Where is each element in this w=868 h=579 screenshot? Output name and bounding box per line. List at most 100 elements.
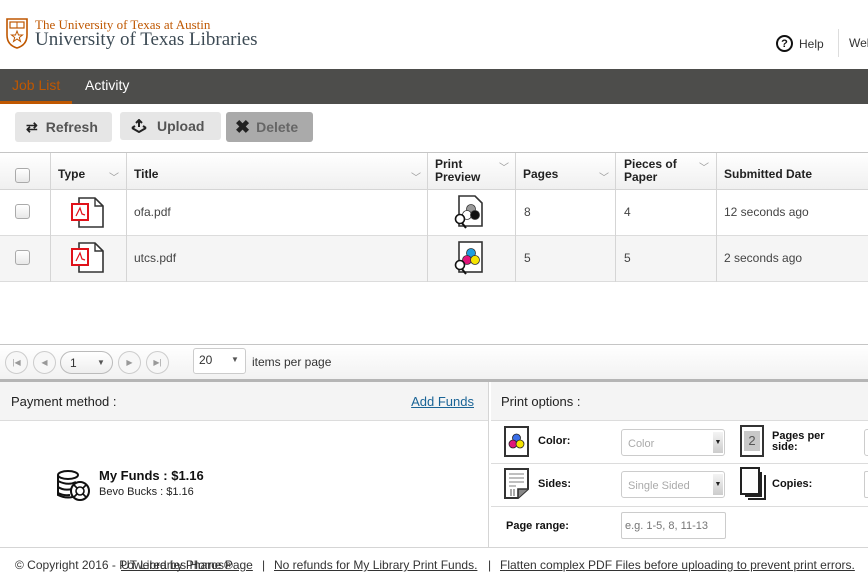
job-pages: 5 (524, 251, 531, 265)
refresh-icon: ⇄ (26, 118, 38, 135)
sort-chevron-icon[interactable]: ﹀ (699, 159, 709, 174)
pdf-file-icon (71, 242, 104, 273)
header-divider (838, 29, 839, 57)
col-header-pages[interactable]: Pages (523, 168, 558, 181)
col-header-title[interactable]: Title (134, 168, 158, 181)
job-pieces: 4 (624, 205, 631, 219)
col-header-type[interactable]: Type (58, 168, 85, 181)
per-page-value: 20 (199, 353, 213, 367)
page-range-label: Page range: (506, 520, 569, 532)
chevron-down-icon: ▼ (713, 432, 723, 453)
help-link[interactable]: ? Help (776, 35, 824, 52)
sort-chevron-icon[interactable]: ﹀ (599, 169, 609, 184)
refresh-button[interactable]: ⇄ Refresh (15, 112, 112, 142)
pages-per-side-select[interactable] (864, 429, 868, 456)
ut-shield-logo-icon (6, 18, 28, 49)
col-header-print-preview[interactable]: Print Preview (435, 158, 480, 184)
footer-separator: | (488, 558, 492, 572)
add-funds-link[interactable]: Add Funds (411, 394, 474, 409)
refresh-label: Refresh (45, 119, 98, 135)
my-funds-total: My Funds : $1.16 (99, 468, 204, 483)
coins-icon (57, 470, 90, 501)
chevron-down-icon: ▼ (97, 358, 105, 367)
payment-panel: Payment method : Add Funds My Funds : $1… (0, 382, 489, 548)
select-all-checkbox[interactable] (15, 168, 30, 183)
page-select[interactable]: 1 ▼ (60, 351, 113, 374)
pages-per-side-line2: side: (772, 441, 798, 453)
column-divider (615, 153, 616, 282)
job-pages: 8 (524, 205, 531, 219)
col-header-preview-line: Preview (435, 170, 481, 184)
toolbar: ⇄ Refresh Upload ✖ Delete (0, 112, 868, 142)
print-options-header: Print options : (491, 382, 868, 421)
help-label: Help (799, 36, 824, 51)
footer: © Copyright 2016 - Powered by Pharos® UT… (0, 549, 868, 579)
footer-separator: | (262, 558, 266, 572)
bevo-bucks-balance: Bevo Bucks : $1.16 (99, 486, 194, 498)
pages-per-side-label: Pages per side: (772, 431, 825, 453)
option-row-sides: Sides: Single Sided ▼ Copies: (491, 464, 868, 507)
sides-select[interactable]: Single Sided ▼ (621, 471, 725, 498)
page-range-input[interactable] (621, 512, 726, 539)
table-row[interactable]: ofa.pdf 8 4 12 seconds ago (0, 190, 868, 236)
delete-button[interactable]: ✖ Delete (226, 112, 313, 142)
print-preview-grayscale-icon[interactable] (453, 195, 485, 229)
column-divider (515, 153, 516, 282)
last-page-button[interactable]: ▶| (146, 351, 169, 374)
copies-input[interactable] (864, 471, 868, 498)
color-select[interactable]: Color ▼ (621, 429, 725, 456)
chevron-down-icon: ▼ (231, 355, 239, 364)
help-icon: ? (776, 35, 793, 52)
items-per-page-select[interactable]: 20 ▼ (193, 348, 246, 374)
sort-chevron-icon[interactable]: ﹀ (499, 159, 509, 174)
job-title[interactable]: ofa.pdf (134, 205, 171, 219)
row-checkbox[interactable] (15, 250, 30, 265)
sort-chevron-icon[interactable]: ﹀ (411, 169, 421, 184)
welcome-menu[interactable]: Wel (849, 36, 868, 50)
print-options-title: Print options : (501, 394, 581, 409)
column-divider (126, 153, 127, 282)
color-icon (504, 426, 529, 457)
sides-icon (504, 468, 529, 499)
site-header: The University of Texas at Austin Univer… (0, 0, 868, 69)
delete-x-icon: ✖ (235, 116, 251, 137)
option-row-color: Color: Color ▼ 2 Pages per side: (491, 422, 868, 464)
next-page-button[interactable]: ▶ (118, 351, 141, 374)
row-checkbox[interactable] (15, 204, 30, 219)
sort-chevron-icon[interactable]: ﹀ (109, 169, 119, 184)
pages-per-side-icon: 2 (740, 425, 764, 457)
color-select-value: Color (628, 438, 655, 450)
sides-select-value: Single Sided (628, 480, 690, 492)
table-row[interactable]: utcs.pdf 5 5 2 seconds ago (0, 236, 868, 282)
libraries-home-link[interactable]: UT Libraries Home Page (121, 558, 253, 572)
prev-page-button[interactable]: ◀ (33, 351, 56, 374)
last-page-icon: ▶| (153, 358, 162, 367)
chevron-down-icon: ▼ (713, 474, 723, 495)
column-divider (427, 153, 428, 282)
col-header-paper-line: Paper (624, 170, 658, 184)
upload-button[interactable]: Upload (120, 112, 221, 140)
delete-label: Delete (256, 119, 299, 135)
payment-title: Payment method : (11, 394, 117, 409)
column-divider (716, 153, 717, 282)
print-options-panel: Print options : Color: Color ▼ 2 Pages p… (489, 382, 868, 548)
items-per-page-label: items per page (252, 355, 332, 369)
tab-activity[interactable]: Activity (85, 69, 129, 104)
flatten-pdf-link[interactable]: Flatten complex PDF Files before uploadi… (500, 558, 855, 572)
col-header-submitted-date[interactable]: Submitted Date (724, 168, 812, 181)
tab-job-list[interactable]: Job List (0, 69, 73, 104)
refund-policy-link[interactable]: No refunds for My Library Print Funds. (274, 558, 477, 572)
first-page-button[interactable]: |◀ (5, 351, 28, 374)
print-preview-color-icon[interactable] (453, 241, 485, 275)
payment-header: Payment method : Add Funds (0, 382, 488, 421)
job-submitted: 12 seconds ago (724, 205, 809, 219)
job-title[interactable]: utcs.pdf (134, 251, 176, 265)
upload-label: Upload (157, 118, 205, 134)
sides-label: Sides: (538, 478, 572, 490)
copies-label: Copies: (772, 478, 813, 490)
pages-per-side-glyph: 2 (744, 431, 760, 451)
current-page: 1 (70, 356, 77, 370)
next-page-icon: ▶ (126, 358, 133, 367)
col-header-pieces-of-paper[interactable]: Pieces of Paper (624, 158, 677, 184)
libraries-name[interactable]: University of Texas Libraries (35, 29, 258, 51)
